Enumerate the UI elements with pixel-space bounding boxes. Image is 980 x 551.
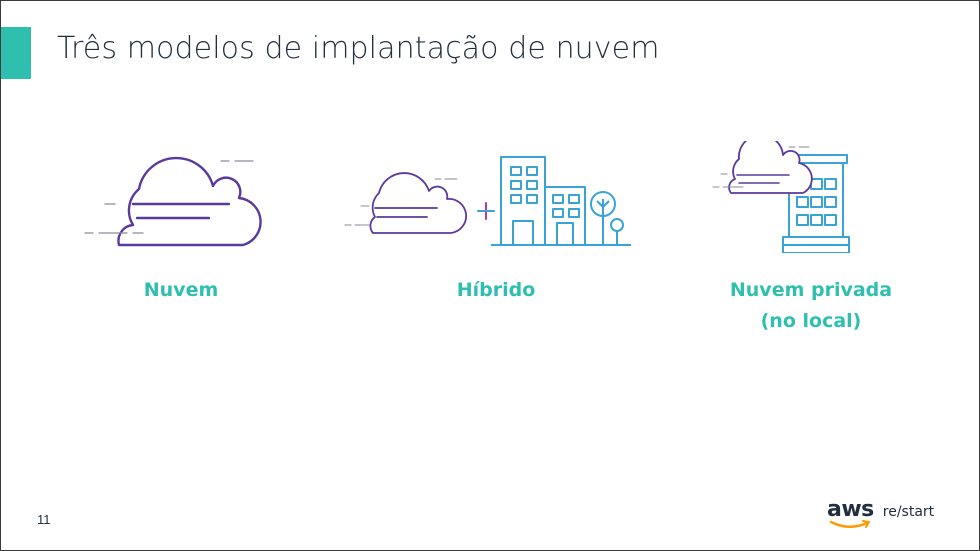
page-number: 11 xyxy=(37,512,51,527)
model-cloud: Nuvem xyxy=(71,141,291,301)
private-cloud-building-icon xyxy=(712,141,850,253)
model-label-private-line2: (no local) xyxy=(760,310,862,332)
cloud-icon xyxy=(84,156,262,247)
model-label-cloud: Nuvem xyxy=(143,279,219,301)
model-label-private: Nuvem privada (no local) xyxy=(691,275,931,337)
hybrid-cloud-building-icon xyxy=(344,156,631,246)
slide: Três modelos de implantação de nuvem Nuv… xyxy=(0,0,980,551)
model-hybrid: Híbrido xyxy=(331,141,661,301)
aws-smile-icon xyxy=(829,520,870,528)
title-accent-bar xyxy=(1,27,31,79)
model-label-hybrid: Híbrido xyxy=(456,279,536,301)
aws-restart-logo: aws re/start xyxy=(827,499,935,528)
model-private: Nuvem privada (no local) xyxy=(691,141,931,332)
model-label-private-line1: Nuvem privada xyxy=(729,279,893,301)
aws-logo: aws xyxy=(827,499,874,528)
slide-title: Três modelos de implantação de nuvem xyxy=(57,31,660,66)
plus-icon xyxy=(477,202,495,220)
restart-logo-text: re/start xyxy=(882,504,935,520)
